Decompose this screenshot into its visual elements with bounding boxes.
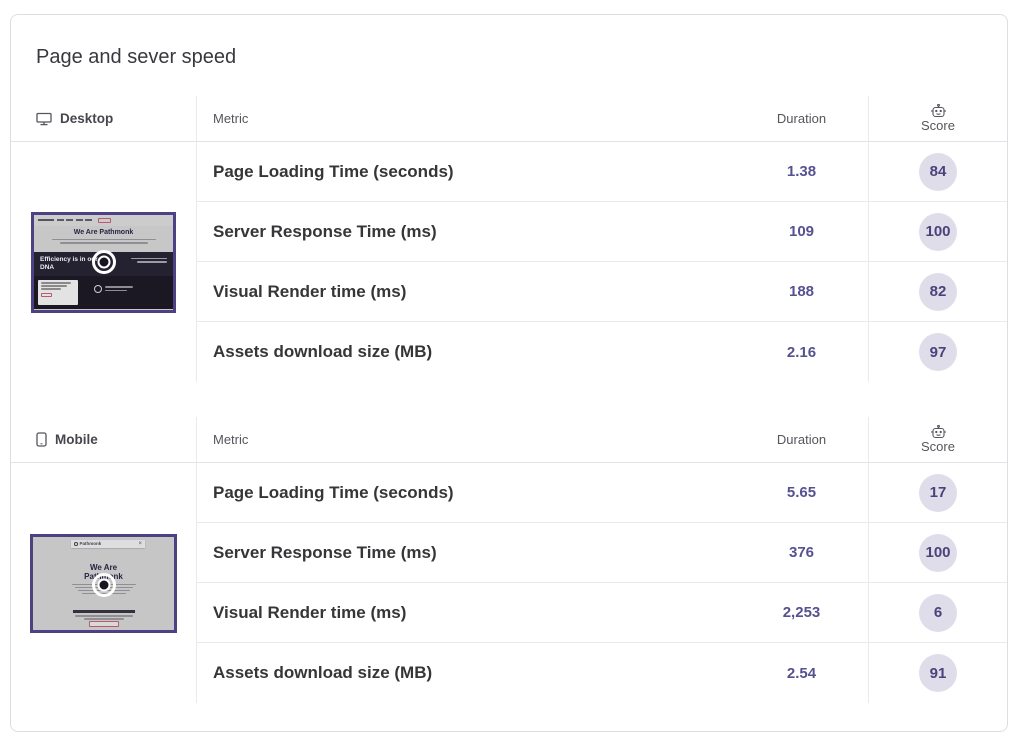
thumb-lower-band [34, 276, 173, 309]
score-badge: 6 [919, 594, 957, 632]
brand-logo-icon [74, 542, 78, 546]
duration-value: 376 [735, 523, 868, 583]
eye-icon [92, 573, 116, 597]
metric-cell: Server Response Time (ms) [197, 202, 735, 262]
duration-value: 109 [735, 202, 868, 262]
mobile-table: Mobile Metric Duration Score [11, 417, 1007, 703]
duration-value: 1.38 [735, 142, 868, 202]
duration-value: 2.54 [735, 643, 868, 703]
speed-report-card: Page and sever speed Desktop Metric Dura… [10, 14, 1008, 732]
thumb-topbar: Pathmonk × [71, 540, 145, 549]
column-header-duration: Duration [735, 96, 868, 142]
thumb-footer-text [33, 615, 174, 620]
score-cell: 97 [868, 322, 1007, 382]
mobile-thumbnail-cell: Pathmonk × We Are Pathmonk [11, 463, 197, 703]
info-circle-icon [94, 285, 102, 293]
score-badge: 91 [919, 654, 957, 692]
desktop-thumbnail-cell: We Are Pathmonk Efficiency is in our DNA [11, 142, 197, 382]
duration-value: 2.16 [735, 322, 868, 382]
close-icon: × [138, 541, 142, 547]
thumb-heading: We Are Pathmonk [34, 229, 173, 237]
score-cell: 6 [868, 583, 1007, 643]
monitor-icon [36, 112, 52, 126]
metric-cell: Visual Render time (ms) [197, 583, 735, 643]
duration-value: 188 [735, 262, 868, 322]
thumb-footer-button [89, 621, 119, 627]
device-header-mobile: Mobile [11, 417, 197, 463]
column-header-duration: Duration [735, 417, 868, 463]
eye-icon [92, 250, 116, 274]
score-cell: 91 [868, 643, 1007, 703]
thumb-progress-bar [73, 610, 135, 613]
score-badge: 84 [919, 153, 957, 191]
column-header-score: Score [868, 96, 1007, 142]
score-cell: 17 [868, 463, 1007, 523]
thumb-popup-card [38, 280, 78, 305]
device-label: Desktop [60, 111, 113, 126]
duration-value: 5.65 [735, 463, 868, 523]
score-cell: 82 [868, 262, 1007, 322]
brand-name: Pathmonk [80, 541, 102, 546]
score-cell: 100 [868, 523, 1007, 583]
duration-value: 2,253 [735, 583, 868, 643]
desktop-preview-thumbnail: We Are Pathmonk Efficiency is in our DNA [31, 212, 176, 313]
thumb-cta-button [98, 218, 111, 223]
metric-cell: Page Loading Time (seconds) [197, 142, 735, 202]
metric-cell: Server Response Time (ms) [197, 523, 735, 583]
metric-cell: Assets download size (MB) [197, 322, 735, 382]
score-badge: 97 [919, 333, 957, 371]
desktop-table: Desktop Metric Duration Score [11, 96, 1007, 382]
score-badge: 82 [919, 273, 957, 311]
column-header-metric: Metric [197, 96, 735, 142]
thumb-logo [38, 219, 54, 222]
device-header-desktop: Desktop [11, 96, 197, 142]
metric-cell: Visual Render time (ms) [197, 262, 735, 322]
robot-icon [930, 425, 947, 439]
column-header-score: Score [868, 417, 1007, 463]
thumb-popup-button [41, 293, 52, 297]
thumb-info [94, 285, 133, 293]
metric-cell: Page Loading Time (seconds) [197, 463, 735, 523]
score-cell: 100 [868, 202, 1007, 262]
metric-cell: Assets download size (MB) [197, 643, 735, 703]
thumb-hero: We Are Pathmonk [34, 226, 173, 252]
score-badge: 100 [919, 213, 957, 251]
mobile-preview-thumbnail: Pathmonk × We Are Pathmonk [30, 534, 177, 633]
smartphone-icon [36, 432, 47, 447]
page-title: Page and sever speed [36, 44, 982, 70]
robot-icon [930, 104, 947, 118]
score-badge: 17 [919, 474, 957, 512]
thumb-tagline: Efficiency is in our DNA [40, 256, 98, 272]
column-header-metric: Metric [197, 417, 735, 463]
thumb-navbar [34, 215, 173, 226]
score-cell: 84 [868, 142, 1007, 202]
score-badge: 100 [919, 534, 957, 572]
device-label: Mobile [55, 432, 98, 447]
